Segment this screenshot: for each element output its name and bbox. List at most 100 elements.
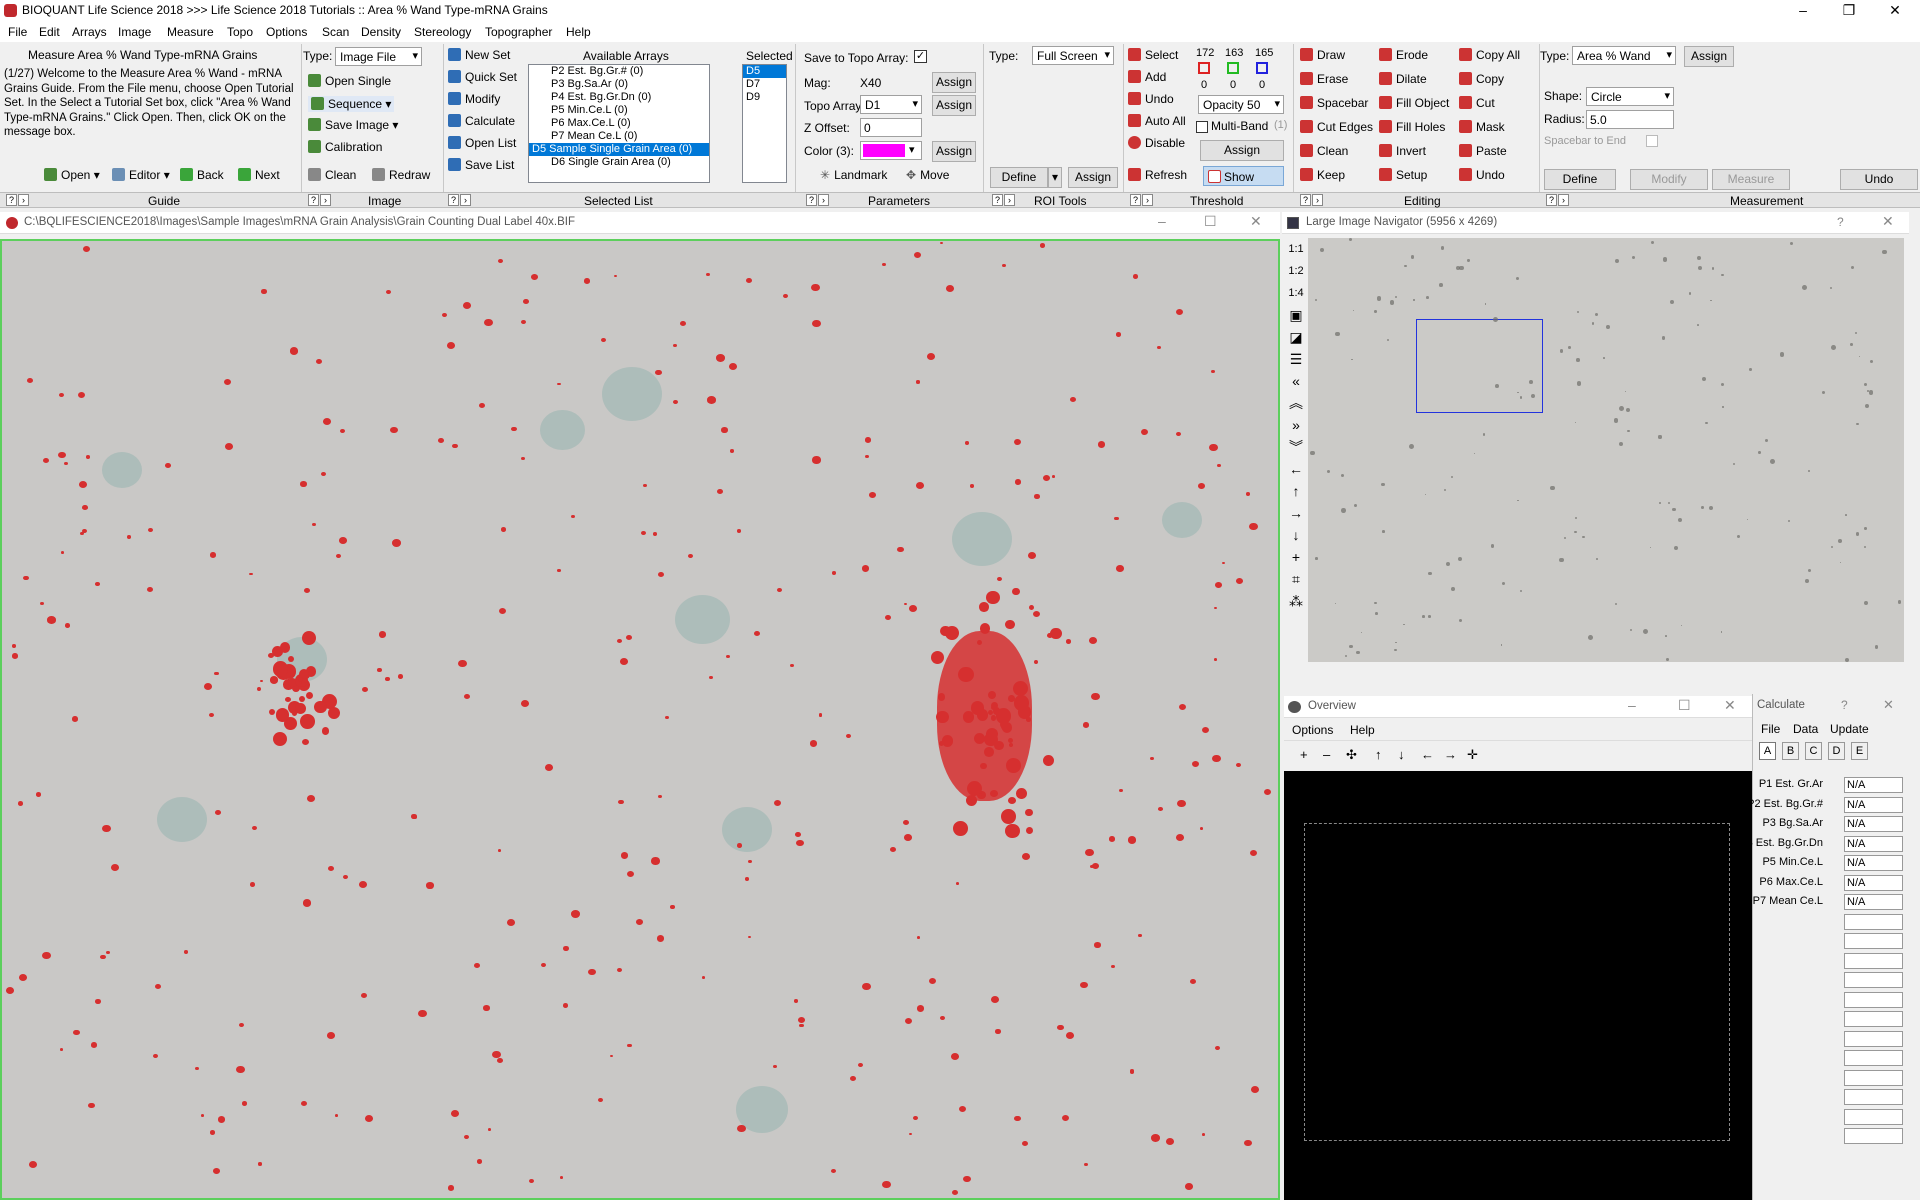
overlay-icon[interactable]: ◪ [1284, 326, 1308, 348]
overview-maximize[interactable]: ☐ [1678, 697, 1691, 714]
guide-open-button[interactable]: Open ▾ [44, 168, 100, 182]
overview-menu-options[interactable]: Options [1292, 723, 1333, 737]
arrow-up-icon[interactable]: ↑ [1284, 480, 1308, 502]
calc-menu-file[interactable]: File [1761, 722, 1780, 736]
calculate-button[interactable]: Calculate [448, 114, 515, 128]
save-image-button[interactable]: Save Image ▾ [308, 118, 398, 132]
multiband-checkbox[interactable] [1196, 121, 1208, 133]
list-item[interactable]: P4 Est. Bg.Gr.Dn (0) [529, 91, 709, 104]
open-list-button[interactable]: Open List [448, 136, 516, 150]
list-item[interactable]: P7 Mean Ce.L (0) [529, 130, 709, 143]
color-select[interactable]: ▾ [860, 141, 922, 160]
calc-row-value[interactable]: N/A [1844, 835, 1903, 852]
frame-icon[interactable]: ▣ [1284, 304, 1308, 326]
measure-assign-button[interactable]: Assign [1684, 46, 1734, 67]
copy-button[interactable]: Copy [1459, 72, 1504, 86]
zoom-1-1-button[interactable]: 1:1 [1284, 238, 1308, 260]
color-assign-button[interactable]: Assign [932, 141, 976, 162]
fill-object-button[interactable]: Fill Object [1379, 96, 1449, 110]
guide-back-button[interactable]: Back [180, 168, 224, 182]
clean-button[interactable]: Clean [308, 168, 356, 182]
list-item[interactable]: P6 Max.Ce.L (0) [529, 117, 709, 130]
calc-row-value[interactable]: N/A [1844, 894, 1903, 910]
expand-icon[interactable]: › [818, 194, 829, 206]
calc-row-value[interactable] [1844, 1050, 1903, 1066]
menu-image[interactable]: Image [118, 25, 151, 39]
setup-button[interactable]: Setup [1379, 168, 1427, 182]
calculate-close[interactable]: ✕ [1883, 697, 1894, 713]
list-item[interactable]: D6 Single Grain Area (0) [529, 156, 709, 169]
viewport-rectangle[interactable] [1416, 319, 1543, 413]
calc-row-value[interactable] [1844, 1089, 1903, 1105]
refresh-button[interactable]: Refresh [1128, 168, 1187, 182]
save-list-button[interactable]: Save List [448, 158, 514, 172]
help-icon[interactable]: ? [1300, 194, 1311, 206]
redraw-button[interactable]: Redraw [372, 168, 430, 182]
list-item[interactable]: D9 [743, 91, 786, 104]
keep-button[interactable]: Keep [1300, 168, 1345, 182]
arrow-left-icon[interactable]: ← [1284, 458, 1308, 480]
save-topo-checkbox[interactable]: ✓ [914, 50, 927, 63]
guide-editor-button[interactable]: Editor ▾ [112, 168, 170, 182]
threshold-assign-button[interactable]: Assign [1200, 140, 1284, 161]
calc-row-value[interactable] [1844, 972, 1903, 988]
threshold-add-button[interactable]: Add [1128, 70, 1166, 84]
calc-tab-b[interactable]: B [1782, 742, 1799, 760]
zoom-1-2-button[interactable]: 1:2 [1284, 260, 1308, 282]
list-item[interactable]: P5 Min.Ce.L (0) [529, 104, 709, 117]
fill-holes-button[interactable]: Fill Holes [1379, 120, 1445, 134]
red-channel-box[interactable] [1198, 62, 1210, 74]
overview-menu-help[interactable]: Help [1350, 723, 1375, 737]
menu-scan[interactable]: Scan [322, 25, 349, 39]
threshold-undo-button[interactable]: Undo [1128, 92, 1174, 106]
menu-file[interactable]: File [8, 25, 27, 39]
center-icon[interactable]: ✛ [1467, 747, 1478, 763]
calc-tab-c[interactable]: C [1805, 742, 1822, 760]
calc-row-value[interactable] [1844, 1030, 1903, 1047]
crop-icon[interactable]: ⌗ [1284, 568, 1308, 590]
calc-row-value[interactable] [1844, 952, 1903, 969]
disable-button[interactable]: Disable [1128, 136, 1185, 150]
measure-measure-button[interactable]: Measure [1712, 169, 1790, 190]
quick-set-button[interactable]: Quick Set [448, 70, 517, 84]
landmark-button[interactable]: ✳ Landmark [820, 168, 887, 182]
help-icon[interactable]: ? [6, 194, 17, 206]
cut-button[interactable]: Cut [1459, 96, 1495, 110]
calc-menu-data[interactable]: Data [1793, 722, 1818, 736]
crosshair-icon[interactable]: + [1284, 546, 1308, 568]
specimen-image[interactable] [0, 239, 1280, 1200]
spacebar-button[interactable]: Spacebar [1300, 96, 1368, 110]
pan-down-icon[interactable]: ↓ [1398, 747, 1405, 762]
menu-density[interactable]: Density [361, 25, 401, 39]
expand-icon[interactable]: › [1142, 194, 1153, 206]
calc-row-value[interactable] [1844, 1108, 1903, 1125]
modify-button[interactable]: Modify [448, 92, 500, 106]
image-type-select[interactable]: Image File [335, 47, 422, 66]
calc-row-value[interactable] [1844, 933, 1903, 949]
close-button[interactable]: ✕ [1872, 0, 1918, 22]
menu-help[interactable]: Help [566, 25, 591, 39]
help-icon[interactable]: ? [806, 194, 817, 206]
menu-measure[interactable]: Measure [167, 25, 214, 39]
erode-button[interactable]: Erode [1379, 48, 1428, 62]
menu-stereology[interactable]: Stereology [414, 25, 471, 39]
image-window-maximize[interactable]: ☐ [1204, 213, 1217, 230]
new-set-button[interactable]: New Set [448, 48, 510, 62]
opacity-select[interactable]: Opacity 50 [1198, 95, 1284, 114]
list-item-selected[interactable]: D5 Sample Single Grain Area (0) [529, 143, 709, 156]
measure-undo-button[interactable]: Undo [1840, 169, 1918, 190]
measure-define-button[interactable]: Define [1544, 169, 1616, 190]
pan-right-icon[interactable]: → [1444, 747, 1457, 762]
invert-button[interactable]: Invert [1379, 144, 1426, 158]
help-icon[interactable]: ? [448, 194, 459, 206]
navigator-help-button[interactable]: ? [1837, 215, 1844, 229]
calculate-help-button[interactable]: ? [1841, 698, 1848, 712]
guide-next-button[interactable]: Next [238, 168, 280, 182]
threshold-select-button[interactable]: Select [1128, 48, 1178, 62]
paste-button[interactable]: Paste [1459, 144, 1507, 158]
navigator-close[interactable]: ✕ [1882, 213, 1894, 230]
pattern-icon[interactable]: ⁂ [1284, 590, 1308, 612]
help-icon[interactable]: ? [1546, 194, 1557, 206]
zoom-out-icon[interactable]: – [1323, 747, 1330, 762]
double-left-icon[interactable]: « [1284, 370, 1308, 392]
